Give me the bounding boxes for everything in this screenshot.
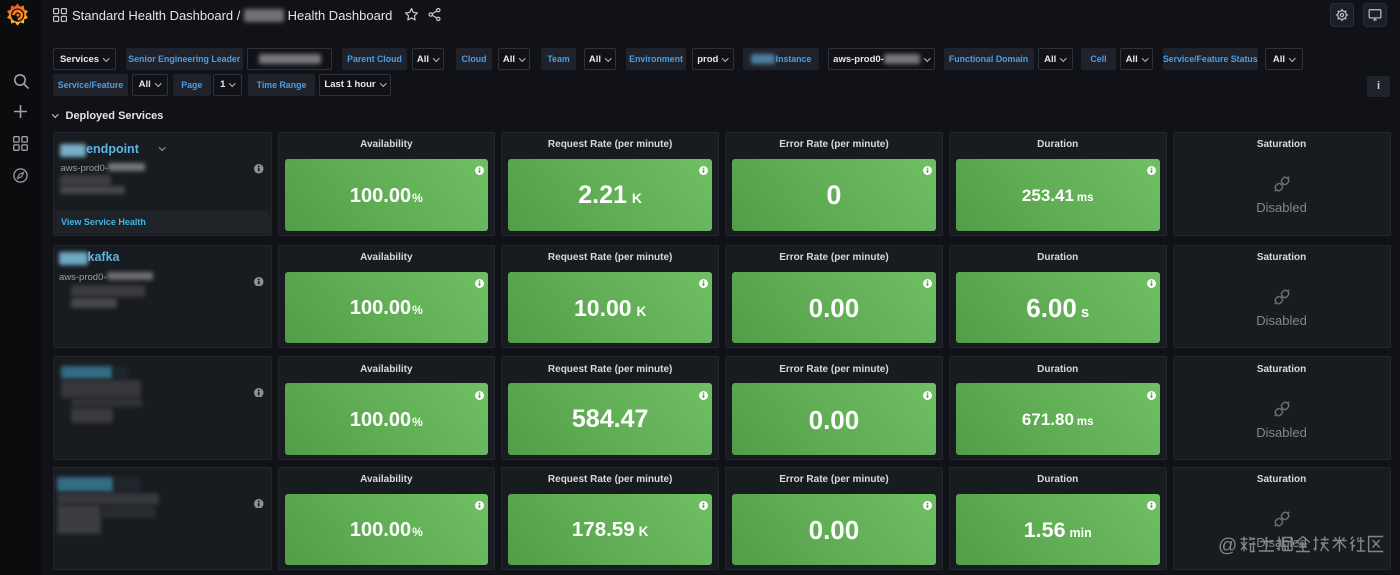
- svg-text:@: @: [1218, 535, 1237, 556]
